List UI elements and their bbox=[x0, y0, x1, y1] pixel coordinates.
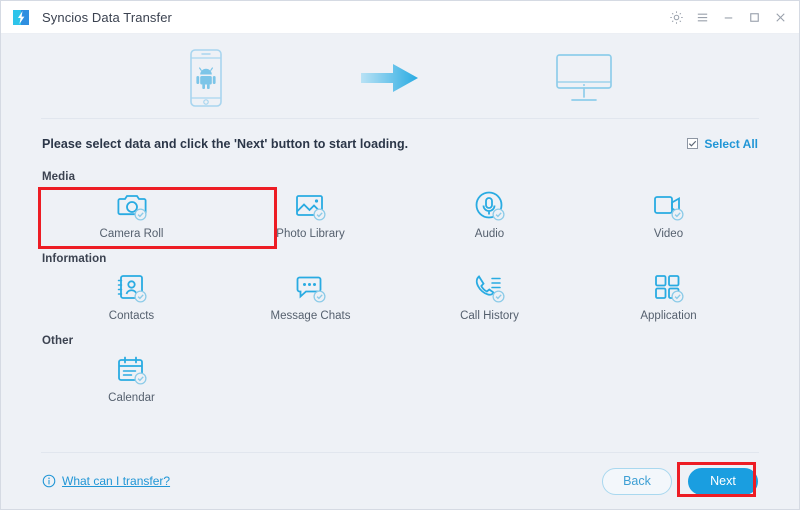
data-type-message-chats[interactable]: Message Chats bbox=[221, 269, 400, 332]
data-type-calendar[interactable]: Calendar bbox=[42, 351, 221, 414]
group-grid-information: Contacts Message Chats Call History Appl… bbox=[42, 269, 758, 332]
data-type-contacts[interactable]: Contacts bbox=[42, 269, 221, 332]
data-type-camera-roll[interactable]: Camera Roll bbox=[42, 187, 221, 250]
phone-call-icon bbox=[473, 271, 507, 305]
group-label-media: Media bbox=[42, 171, 76, 183]
desktop-monitor-icon bbox=[554, 52, 614, 104]
data-type-label: Photo Library bbox=[276, 228, 345, 240]
data-type-label: Call History bbox=[460, 310, 519, 322]
transfer-illustration bbox=[1, 34, 799, 118]
group-grid-other: Calendar bbox=[42, 351, 758, 414]
photo-icon bbox=[294, 189, 328, 223]
data-type-label: Application bbox=[640, 310, 697, 322]
group-grid-media: Camera Roll Photo Library Audio Video bbox=[42, 187, 758, 250]
data-type-label: Contacts bbox=[108, 310, 155, 322]
group-label-other: Other bbox=[42, 335, 74, 347]
data-type-photo-library[interactable]: Photo Library bbox=[221, 187, 400, 250]
hamburger-menu-icon[interactable] bbox=[689, 4, 715, 30]
chat-bubble-icon bbox=[294, 271, 328, 305]
data-type-label: Video bbox=[653, 228, 684, 240]
calendar-icon bbox=[115, 353, 149, 387]
help-link-label: What can I transfer? bbox=[62, 474, 171, 488]
data-type-label: Audio bbox=[474, 228, 505, 240]
instruction-row: Please select data and click the 'Next' … bbox=[1, 119, 799, 168]
data-type-selection: Media Camera Roll Photo Library Audio Vi… bbox=[1, 168, 799, 452]
what-can-i-transfer-link[interactable]: What can I transfer? bbox=[42, 474, 170, 488]
close-icon[interactable] bbox=[767, 4, 793, 30]
group-label-information: Information bbox=[42, 253, 107, 265]
next-button[interactable]: Next bbox=[688, 467, 758, 495]
info-icon bbox=[42, 474, 56, 488]
arrow-right-icon bbox=[359, 58, 421, 98]
instruction-text: Please select data and click the 'Next' … bbox=[42, 136, 409, 151]
data-type-audio[interactable]: Audio bbox=[400, 187, 579, 250]
footer-bar: What can I transfer? Back Next bbox=[1, 453, 799, 509]
gear-icon[interactable] bbox=[663, 4, 689, 30]
data-type-label: Message Chats bbox=[270, 310, 351, 322]
camera-icon bbox=[115, 189, 149, 223]
select-all-checkbox[interactable] bbox=[687, 138, 699, 149]
syncios-logo-icon bbox=[12, 8, 31, 27]
select-all-label: Select All bbox=[704, 136, 758, 151]
app-window: Syncios Data Transfer Please select data… bbox=[0, 0, 800, 510]
data-type-video[interactable]: Video bbox=[579, 187, 758, 250]
microphone-icon bbox=[473, 189, 507, 223]
back-button[interactable]: Back bbox=[602, 467, 672, 495]
contact-card-icon bbox=[115, 271, 149, 305]
data-type-label: Calendar bbox=[108, 392, 155, 404]
window-title: Syncios Data Transfer bbox=[42, 9, 172, 25]
data-type-call-history[interactable]: Call History bbox=[400, 269, 579, 332]
android-phone-icon bbox=[186, 48, 226, 108]
app-grid-icon bbox=[652, 271, 686, 305]
select-all-control[interactable]: Select All bbox=[687, 137, 758, 151]
minimize-icon[interactable] bbox=[715, 4, 741, 30]
camcorder-icon bbox=[652, 189, 686, 223]
maximize-icon[interactable] bbox=[741, 4, 767, 30]
title-bar: Syncios Data Transfer bbox=[1, 1, 799, 34]
data-type-application[interactable]: Application bbox=[579, 269, 758, 332]
data-type-label: Camera Roll bbox=[99, 228, 164, 240]
